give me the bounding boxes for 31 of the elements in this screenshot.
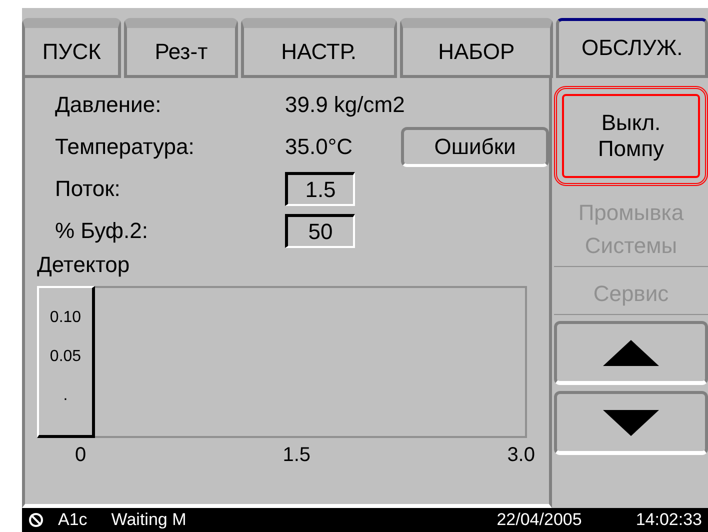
- axis-label: .: [63, 386, 68, 404]
- axis-label: 3.0: [507, 444, 535, 467]
- value-field[interactable]: 50: [285, 214, 355, 248]
- axis-label: 0: [75, 444, 86, 467]
- tab[interactable]: ПУСК: [22, 18, 122, 78]
- reading-label: Поток:: [54, 176, 122, 202]
- reading-label: Давление:: [54, 92, 162, 118]
- chart-title: Детектор: [37, 252, 131, 279]
- triangle-up-icon: [603, 340, 659, 366]
- scroll-down-button[interactable]: [554, 391, 708, 455]
- reading-value: 39.9 kg/cm2: [285, 92, 405, 118]
- reading-label: % Буф.2:: [54, 218, 149, 244]
- axis-label: 0.05: [50, 348, 82, 366]
- reading-value: 35.0°C: [285, 134, 353, 160]
- tab[interactable]: НАБОР: [400, 18, 554, 78]
- no-sign-icon: [28, 512, 44, 528]
- errors-button[interactable]: Ошибки: [401, 127, 549, 167]
- tab[interactable]: Рез-т: [124, 18, 238, 78]
- tab[interactable]: НАСТР.: [241, 18, 397, 78]
- stop-pump-button[interactable]: Выкл. Помпу: [554, 86, 708, 186]
- triangle-down-icon: [603, 410, 659, 436]
- axis-label: 1.5: [282, 444, 311, 467]
- tab[interactable]: ОБСЛУЖ.: [556, 18, 708, 78]
- date: 22/04/2005: [496, 510, 582, 530]
- value-field[interactable]: 1.5: [285, 172, 355, 206]
- reading-label: Температура:: [54, 134, 196, 160]
- status-text: Waiting M: [111, 510, 186, 530]
- axis-label: 0.10: [50, 308, 82, 326]
- scroll-up-button[interactable]: [554, 321, 708, 385]
- time: 14:02:33: [636, 510, 702, 530]
- device-name: A1c: [58, 510, 88, 530]
